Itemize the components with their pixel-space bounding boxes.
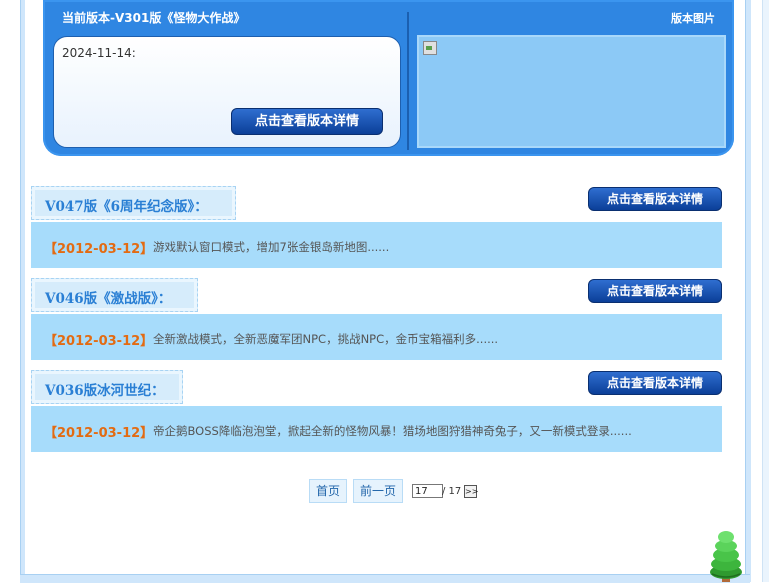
page-total: / 17 xyxy=(442,486,462,497)
version-image-title: 版本图片 xyxy=(671,12,715,25)
version-desc: 全新激战模式，全新恶魔军团NPC，挑战NPC，金币宝箱福利多...... xyxy=(153,332,499,346)
page-number-input[interactable] xyxy=(412,484,443,498)
version-summary-v047: 【2012-03-12】 游戏默认窗口模式，增加7张金银岛新地图...... xyxy=(31,222,722,268)
current-version-title: 当前版本-V301版《怪物大作战》 xyxy=(62,11,246,25)
version-date: 【2012-03-12】 xyxy=(44,242,154,257)
version-desc: 帝企鹅BOSS降临泡泡堂，掀起全新的怪物风暴！猎场地图狩猎神奇兔子，又一新模式登… xyxy=(153,424,632,438)
current-version-detail-button[interactable]: 点击查看版本详情 xyxy=(231,108,383,135)
version-name: V047版《6周年纪念版》： xyxy=(45,199,208,215)
version-tab-v047: V047版《6周年纪念版》： xyxy=(31,186,236,220)
current-version-date: 2024-11-14: xyxy=(62,46,136,60)
version-detail-button-v047[interactable]: 点击查看版本详情 xyxy=(588,187,722,211)
version-date: 【2012-03-12】 xyxy=(44,426,154,441)
broken-image-icon xyxy=(423,41,437,55)
frame-left xyxy=(20,0,25,582)
page-edge xyxy=(762,0,769,582)
version-summary-v046: 【2012-03-12】 全新激战模式，全新恶魔军团NPC，挑战NPC，金币宝箱… xyxy=(31,314,722,360)
prev-page-button[interactable]: 前一页 xyxy=(353,479,403,503)
version-image-panel xyxy=(417,35,726,148)
version-name: V036版冰河世纪： xyxy=(45,383,165,399)
version-desc: 游戏默认窗口模式，增加7张金银岛新地图...... xyxy=(153,240,390,254)
first-page-button[interactable]: 首页 xyxy=(309,479,347,503)
frame-right xyxy=(745,0,751,582)
version-summary-v036: 【2012-03-12】 帝企鹅BOSS降临泡泡堂，掀起全新的怪物风暴！猎场地图… xyxy=(31,406,722,452)
version-detail-button-v036[interactable]: 点击查看版本详情 xyxy=(588,371,722,395)
version-name: V046版《激战版》： xyxy=(45,291,172,307)
version-tab-v036: V036版冰河世纪： xyxy=(31,370,183,404)
version-detail-button-v046[interactable]: 点击查看版本详情 xyxy=(588,279,722,303)
version-tab-v046: V046版《激战版》： xyxy=(31,278,198,312)
go-page-button[interactable]: >> xyxy=(464,485,478,498)
panel-divider xyxy=(407,12,409,150)
tree-icon xyxy=(710,531,742,582)
version-date: 【2012-03-12】 xyxy=(44,334,154,349)
